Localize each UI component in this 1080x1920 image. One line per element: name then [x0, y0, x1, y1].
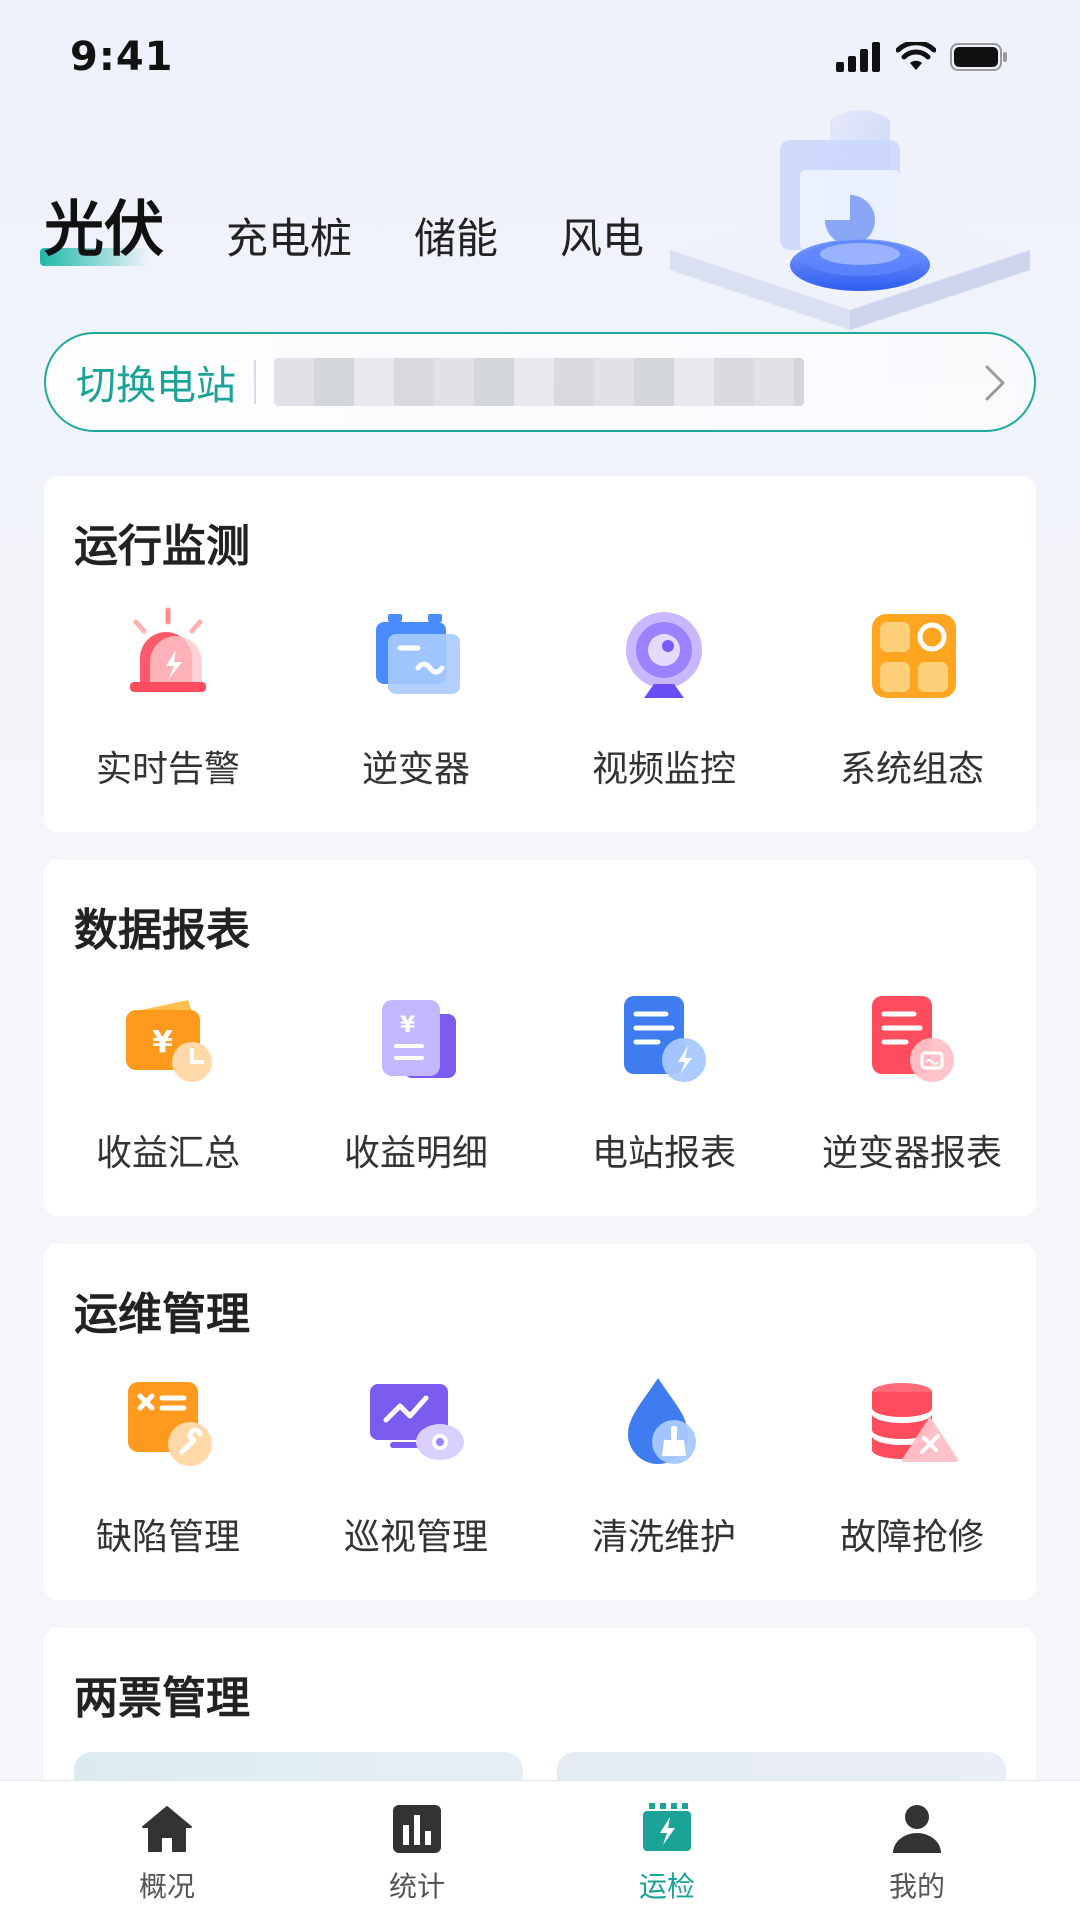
section-title: 数据报表	[74, 905, 250, 956]
status-time: 9:41	[70, 34, 174, 80]
grid-item-label: 实时告警	[95, 749, 240, 790]
inverter-report-icon	[872, 996, 954, 1082]
status-icons	[836, 42, 1008, 72]
grid-item-cleaning-maintenance[interactable]: 清洗维护	[540, 1374, 788, 1560]
grid-item-label: 清洗维护	[591, 1517, 736, 1558]
nav-label: 我的	[888, 1870, 945, 1903]
svg-text:¥: ¥	[400, 1013, 416, 1038]
grid-item-label: 系统组态	[839, 749, 984, 790]
patrol-icon	[370, 1384, 464, 1460]
section-title: 运行监测	[74, 521, 250, 572]
grid-item-fault-repair[interactable]: 故障抢修	[788, 1374, 1036, 1560]
grid-item-label: 缺陷管理	[95, 1517, 240, 1558]
cleaning-icon	[628, 1378, 696, 1464]
grid-item-label: 逆变器	[361, 749, 470, 790]
inspection-icon	[643, 1803, 691, 1851]
nav-label: 概况	[138, 1870, 195, 1903]
nav-item-overview[interactable]: 概况	[42, 1781, 292, 1920]
tab-photovoltaic[interactable]: 光伏	[40, 200, 164, 266]
grid-item-inverter[interactable]: 逆变器	[292, 606, 540, 792]
grid-item-patrol-management[interactable]: 巡视管理	[292, 1374, 540, 1560]
section-title: 两票管理	[74, 1673, 250, 1724]
repair-icon	[872, 1383, 958, 1462]
grid-item-label: 收益明细	[343, 1133, 488, 1174]
nav-item-statistics[interactable]: 统计	[292, 1781, 542, 1920]
camera-icon	[626, 612, 702, 698]
signal-icon	[836, 42, 880, 72]
nav-item-profile[interactable]: 我的	[792, 1781, 1042, 1920]
nav-label: 统计	[388, 1870, 445, 1903]
nav-label: 运检	[638, 1870, 695, 1903]
section-operation-monitoring: 运行监测 实时告警 逆变器 视频监控 系统组态	[44, 476, 1036, 832]
wallet-icon: ¥	[126, 1000, 212, 1082]
system-config-icon	[872, 614, 956, 698]
station-report-icon	[624, 996, 706, 1082]
grid-item-realtime-alarm[interactable]: 实时告警	[44, 606, 292, 792]
wifi-icon	[896, 42, 936, 70]
tab-charging-pile[interactable]: 充电桩	[226, 218, 352, 260]
switch-station-label: 切换电站	[76, 363, 236, 409]
divider	[254, 360, 256, 404]
section-title: 运维管理	[74, 1289, 250, 1340]
nav-item-inspection[interactable]: 运检	[542, 1781, 792, 1920]
grid-item-label: 视频监控	[591, 749, 736, 790]
grid-item-label: 逆变器报表	[821, 1133, 1002, 1174]
grid-item-system-config[interactable]: 系统组态	[788, 606, 1036, 792]
grid-item-label: 收益汇总	[95, 1133, 240, 1174]
grid-item-income-summary[interactable]: ¥ 收益汇总	[44, 990, 292, 1176]
tab-energy-storage[interactable]: 储能	[414, 218, 498, 260]
battery-icon	[950, 43, 1007, 71]
home-icon	[142, 1806, 192, 1852]
grid-item-inverter-report[interactable]: 逆变器报表	[788, 990, 1036, 1176]
bottom-navigation: 概况 统计 运检 我的	[0, 1780, 1080, 1920]
income-detail-icon: ¥	[382, 1000, 456, 1078]
grid-item-label: 巡视管理	[343, 1517, 488, 1558]
defect-icon	[128, 1382, 212, 1466]
station-switcher[interactable]: 切换电站	[44, 332, 1036, 432]
grid-item-station-report[interactable]: 电站报表	[540, 990, 788, 1176]
svg-text:¥: ¥	[152, 1025, 173, 1060]
hero-illustration	[670, 110, 1030, 330]
chevron-right-icon	[985, 365, 1005, 401]
inverter-icon	[376, 614, 460, 694]
tab-wind-power[interactable]: 风电	[560, 218, 644, 260]
grid-item-label: 故障抢修	[839, 1517, 984, 1558]
section-om-management: 运维管理 缺陷管理 巡视管理 清洗维护 故障抢修	[44, 1244, 1036, 1600]
category-tabs: 光伏 充电桩 储能 风电	[40, 200, 706, 266]
station-name-redacted	[274, 358, 804, 406]
user-icon	[893, 1805, 941, 1853]
alarm-siren-icon	[130, 607, 206, 692]
grid-item-defect-management[interactable]: 缺陷管理	[44, 1374, 292, 1560]
stats-icon	[393, 1805, 441, 1853]
section-data-reports: 数据报表 ¥ 收益汇总 ¥ 收益明细 电站报表 逆变器报表	[44, 860, 1036, 1216]
grid-item-label: 电站报表	[591, 1133, 736, 1174]
grid-item-income-detail[interactable]: ¥ 收益明细	[292, 990, 540, 1176]
grid-item-video-monitoring[interactable]: 视频监控	[540, 606, 788, 792]
